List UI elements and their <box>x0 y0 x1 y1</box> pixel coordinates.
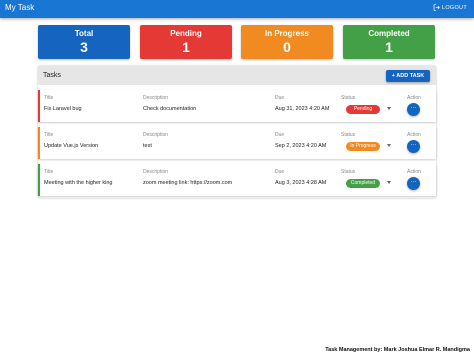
task-due: Aug 31, 2023 4:20 AM <box>275 106 330 112</box>
status-chip[interactable]: In Progress <box>346 142 380 151</box>
add-task-label: ADD TASK <box>396 73 425 79</box>
card-count: 3 <box>80 39 88 55</box>
summary-cards: Total 3 Pending 1 In Progress 0 Complete… <box>38 25 436 59</box>
column-header-description: Description <box>143 132 169 138</box>
more-actions-button[interactable]: ··· <box>407 140 420 153</box>
column-header-status: Status <box>341 132 356 138</box>
task-due: Sep 2, 2023 4:20 AM <box>275 143 327 149</box>
column-header-action: Action <box>407 169 421 175</box>
column-header-status: Status <box>341 95 356 101</box>
completed-card: Completed 1 <box>343 25 435 59</box>
app-title: My Task <box>5 3 35 12</box>
column-header-due: Due <box>275 169 285 175</box>
total-card: Total 3 <box>38 25 130 59</box>
task-row[interactable]: Title Description Due Status Action Fix … <box>38 90 436 122</box>
card-count: 1 <box>385 39 393 55</box>
task-description: test <box>143 143 152 149</box>
tasks-panel: Tasks + ADD TASK Title Description Due S… <box>38 66 436 198</box>
task-due: Aug 3, 2023 4:28 AM <box>275 180 327 186</box>
card-count: 1 <box>182 39 190 55</box>
status-accent <box>38 164 40 196</box>
task-description: zoom meeting link: https://zoom.com <box>143 180 233 186</box>
tasks-title: Tasks <box>43 72 61 79</box>
card-label: In Progress <box>264 29 309 38</box>
card-label: Completed <box>368 29 410 38</box>
task-title: Meeting with the higher king <box>44 180 113 186</box>
tasks-header: Tasks + ADD TASK <box>38 66 436 85</box>
status-chip[interactable]: Pending <box>346 105 380 114</box>
task-description: Check documentation <box>143 106 197 112</box>
task-title: Update Vue.js Version <box>44 143 99 149</box>
column-header-title: Title <box>44 95 54 101</box>
chevron-down-icon[interactable] <box>387 144 391 147</box>
column-header-title: Title <box>44 169 54 175</box>
column-header-title: Title <box>44 132 54 138</box>
card-label: Pending <box>170 29 202 38</box>
in-progress-card: In Progress 0 <box>241 25 333 59</box>
task-row[interactable]: Title Description Due Status Action Meet… <box>38 164 436 196</box>
card-label: Total <box>74 29 94 38</box>
task-title: Fix Laravel bug <box>44 106 82 112</box>
chevron-down-icon[interactable] <box>387 107 391 110</box>
column-header-due: Due <box>275 95 285 101</box>
status-accent <box>38 127 40 159</box>
more-actions-button[interactable]: ··· <box>407 103 420 116</box>
app-bar: My Task LOGOUT <box>0 0 474 18</box>
column-header-description: Description <box>143 95 169 101</box>
column-header-action: Action <box>407 132 421 138</box>
status-chip[interactable]: Completed <box>346 179 380 188</box>
column-header-due: Due <box>275 132 285 138</box>
task-row[interactable]: Title Description Due Status Action Upda… <box>38 127 436 159</box>
add-task-button[interactable]: + ADD TASK <box>386 70 430 82</box>
column-header-status: Status <box>341 169 356 175</box>
column-header-action: Action <box>407 95 421 101</box>
status-accent <box>38 90 40 122</box>
pending-card: Pending 1 <box>140 25 232 59</box>
logout-icon <box>433 4 440 11</box>
card-count: 0 <box>283 39 291 55</box>
logout-label: LOGOUT <box>441 4 467 11</box>
column-header-description: Description <box>143 169 169 175</box>
more-actions-button[interactable]: ··· <box>407 177 420 190</box>
chevron-down-icon[interactable] <box>387 181 391 184</box>
logout-button[interactable]: LOGOUT <box>433 4 467 11</box>
footer-credit: Task Management by: Mark Joshua Elmar R.… <box>325 347 470 353</box>
